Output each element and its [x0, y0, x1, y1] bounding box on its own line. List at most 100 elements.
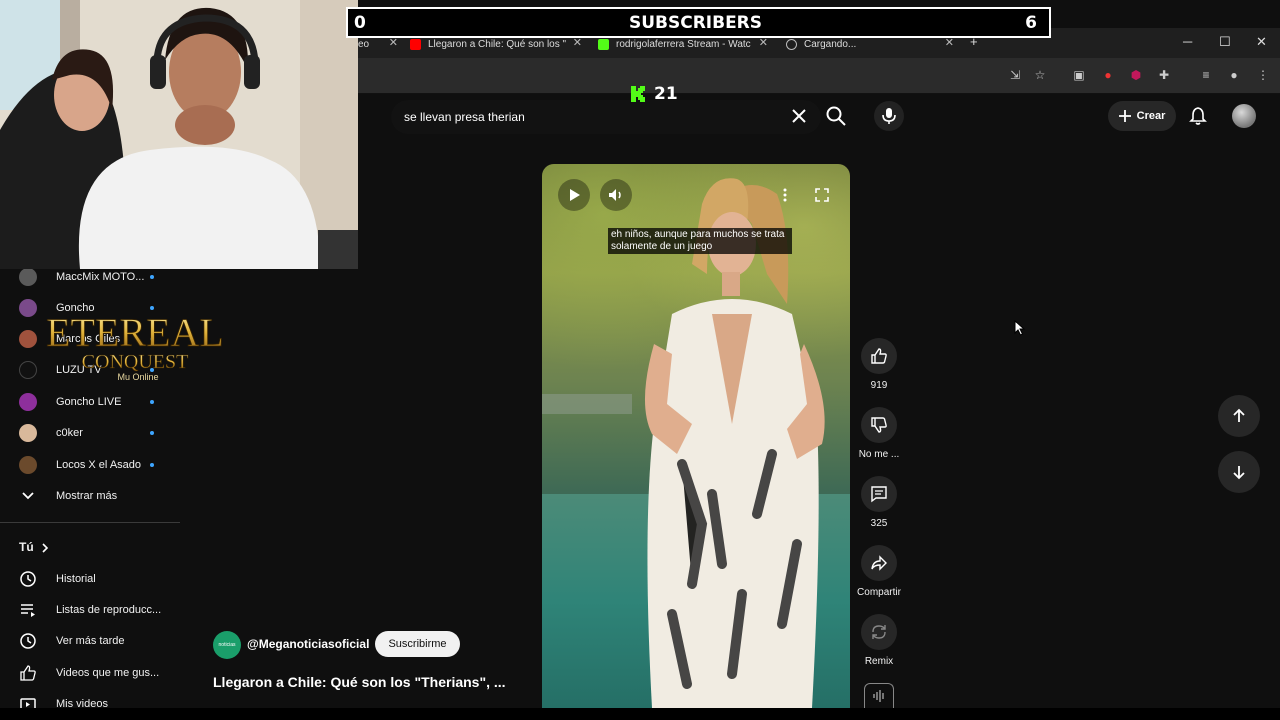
- search-query-text: se llevan presa therian: [404, 110, 525, 124]
- channel-avatar-text: noticias: [218, 642, 236, 648]
- subscribe-button[interactable]: Suscribirme: [375, 631, 460, 657]
- audio-wave-icon: [873, 690, 884, 702]
- voice-search-button[interactable]: [874, 101, 904, 131]
- sidebar-subscription-item[interactable]: c0ker: [0, 421, 180, 445]
- puzzle-icon[interactable]: ✚: [1157, 68, 1171, 82]
- sidebar-item-label: Historial: [56, 573, 96, 585]
- menu-dots-icon[interactable]: ⋮: [1256, 68, 1270, 82]
- bookmark-star-icon[interactable]: ☆: [1033, 68, 1047, 82]
- thumbs-down-icon: [871, 417, 887, 433]
- maximize-icon[interactable]: ☐: [1219, 34, 1231, 50]
- show-more-button[interactable]: Mostrar más: [0, 484, 180, 508]
- comment-icon: [871, 486, 887, 503]
- youtube-icon: [410, 38, 421, 50]
- more-options-button[interactable]: [769, 179, 801, 211]
- sidebar-divider: [0, 522, 180, 523]
- previous-short-button[interactable]: [1218, 395, 1260, 437]
- channel-avatar[interactable]: noticias: [213, 631, 241, 659]
- logo-line2: CONQUEST: [82, 351, 189, 373]
- next-short-button[interactable]: [1218, 451, 1260, 493]
- search-icon[interactable]: [825, 105, 847, 127]
- arrow-down-icon: [1233, 466, 1245, 480]
- install-app-icon[interactable]: ⇲: [1008, 68, 1022, 82]
- microphone-icon: [882, 108, 896, 124]
- chevron-right-icon: [42, 543, 49, 553]
- more-vert-icon: [783, 188, 787, 202]
- comments-button[interactable]: 325: [854, 476, 904, 529]
- sidebar-item-liked-videos[interactable]: Videos que me gus...: [0, 661, 180, 685]
- like-button[interactable]: 919: [854, 338, 904, 391]
- notifications-bell-icon[interactable]: [1188, 106, 1208, 126]
- extension-badge-icon[interactable]: ●: [1101, 68, 1115, 82]
- loading-icon: [786, 38, 797, 50]
- subscriber-count-right: 6: [1025, 12, 1037, 33]
- dislike-button[interactable]: No me ...: [854, 407, 904, 460]
- share-label: Compartir: [857, 587, 901, 598]
- fullscreen-button[interactable]: [806, 179, 838, 211]
- share-icon: [871, 555, 887, 571]
- you-section-label: Tú: [19, 540, 34, 554]
- live-indicator-dot: [150, 463, 154, 467]
- mouse-cursor-icon: [1014, 320, 1026, 336]
- tab-title: Cargando...: [804, 38, 857, 50]
- sidebar-item-playlists[interactable]: Listas de reproducc...: [0, 598, 180, 622]
- playlist-icon: [21, 604, 35, 617]
- thumbs-up-icon: [871, 348, 887, 364]
- remix-button-circle[interactable]: [861, 614, 897, 650]
- remix-button[interactable]: Remix: [854, 614, 904, 667]
- etereal-conquest-logo: ETEREAL CONQUEST Mu Online: [20, 306, 250, 386]
- play-button[interactable]: [558, 179, 590, 211]
- sidebar-subscription-item[interactable]: Goncho LIVE: [0, 390, 180, 414]
- profile-icon[interactable]: ●: [1227, 68, 1241, 82]
- comment-count: 325: [870, 518, 888, 529]
- share-button-circle[interactable]: [861, 545, 897, 581]
- channel-avatar: [19, 393, 37, 411]
- webcam-image: [0, 0, 358, 269]
- kick-viewer-count: 21: [654, 84, 678, 104]
- clock-icon: [20, 633, 36, 649]
- shield-extension-icon[interactable]: ⬢: [1129, 68, 1143, 82]
- etereal-logo-art: ETEREAL CONQUEST Mu Online: [46, 310, 225, 382]
- media-control-icon[interactable]: ≡: [1199, 68, 1213, 82]
- sidebar-item-label: Listas de reproducc...: [56, 604, 162, 616]
- video-title[interactable]: Llegaron a Chile: Qué son los "Therians"…: [213, 674, 506, 690]
- video-caption: eh niños, aunque para muchos se trata so…: [608, 228, 792, 254]
- extension-icon[interactable]: ▣: [1072, 68, 1086, 82]
- sidebar-item-watch-later[interactable]: Ver más tarde: [0, 629, 180, 653]
- create-button[interactable]: Crear: [1108, 101, 1176, 131]
- sidebar-subscription-item[interactable]: Locos X el Asado: [0, 453, 180, 477]
- show-more-label: Mostrar más: [56, 490, 118, 502]
- remix-icon: [872, 625, 886, 639]
- live-indicator-dot: [150, 275, 154, 279]
- volume-button[interactable]: [600, 179, 632, 211]
- logo-line3: Mu Online: [117, 372, 158, 382]
- account-avatar[interactable]: [1232, 104, 1256, 128]
- sidebar-item-history[interactable]: Historial: [0, 567, 180, 591]
- play-icon: [570, 189, 580, 201]
- channel-name: Goncho LIVE: [56, 396, 122, 408]
- search-input[interactable]: se llevan presa therian: [391, 100, 821, 134]
- like-count: 919: [870, 380, 888, 391]
- dislike-button-circle[interactable]: [861, 407, 897, 443]
- fullscreen-icon: [815, 188, 829, 202]
- like-button-circle[interactable]: [861, 338, 897, 374]
- tab-title: Llegaron a Chile: Qué son los ": [428, 38, 567, 50]
- bottom-letterbox: [0, 708, 1280, 720]
- volume-icon: [609, 189, 621, 201]
- live-indicator-dot: [150, 431, 154, 435]
- minimize-icon[interactable]: ─: [1183, 34, 1192, 49]
- close-window-icon[interactable]: ✕: [1256, 34, 1267, 50]
- plus-icon: [1118, 110, 1131, 122]
- clear-search-icon[interactable]: [789, 106, 809, 126]
- you-section-header[interactable]: Tú: [0, 535, 180, 559]
- channel-handle[interactable]: @Meganoticiasoficial: [247, 637, 369, 651]
- history-icon: [20, 571, 36, 587]
- sound-thumbnail-button[interactable]: [864, 683, 894, 708]
- channel-avatar: [19, 456, 37, 474]
- subscriber-label: SUBSCRIBERS: [628, 12, 763, 33]
- share-button[interactable]: Compartir: [854, 545, 904, 598]
- channel-avatar: [19, 424, 37, 442]
- remix-label: Remix: [864, 656, 894, 667]
- comments-button-circle[interactable]: [861, 476, 897, 512]
- kick-viewer-counter: 21: [630, 84, 678, 104]
